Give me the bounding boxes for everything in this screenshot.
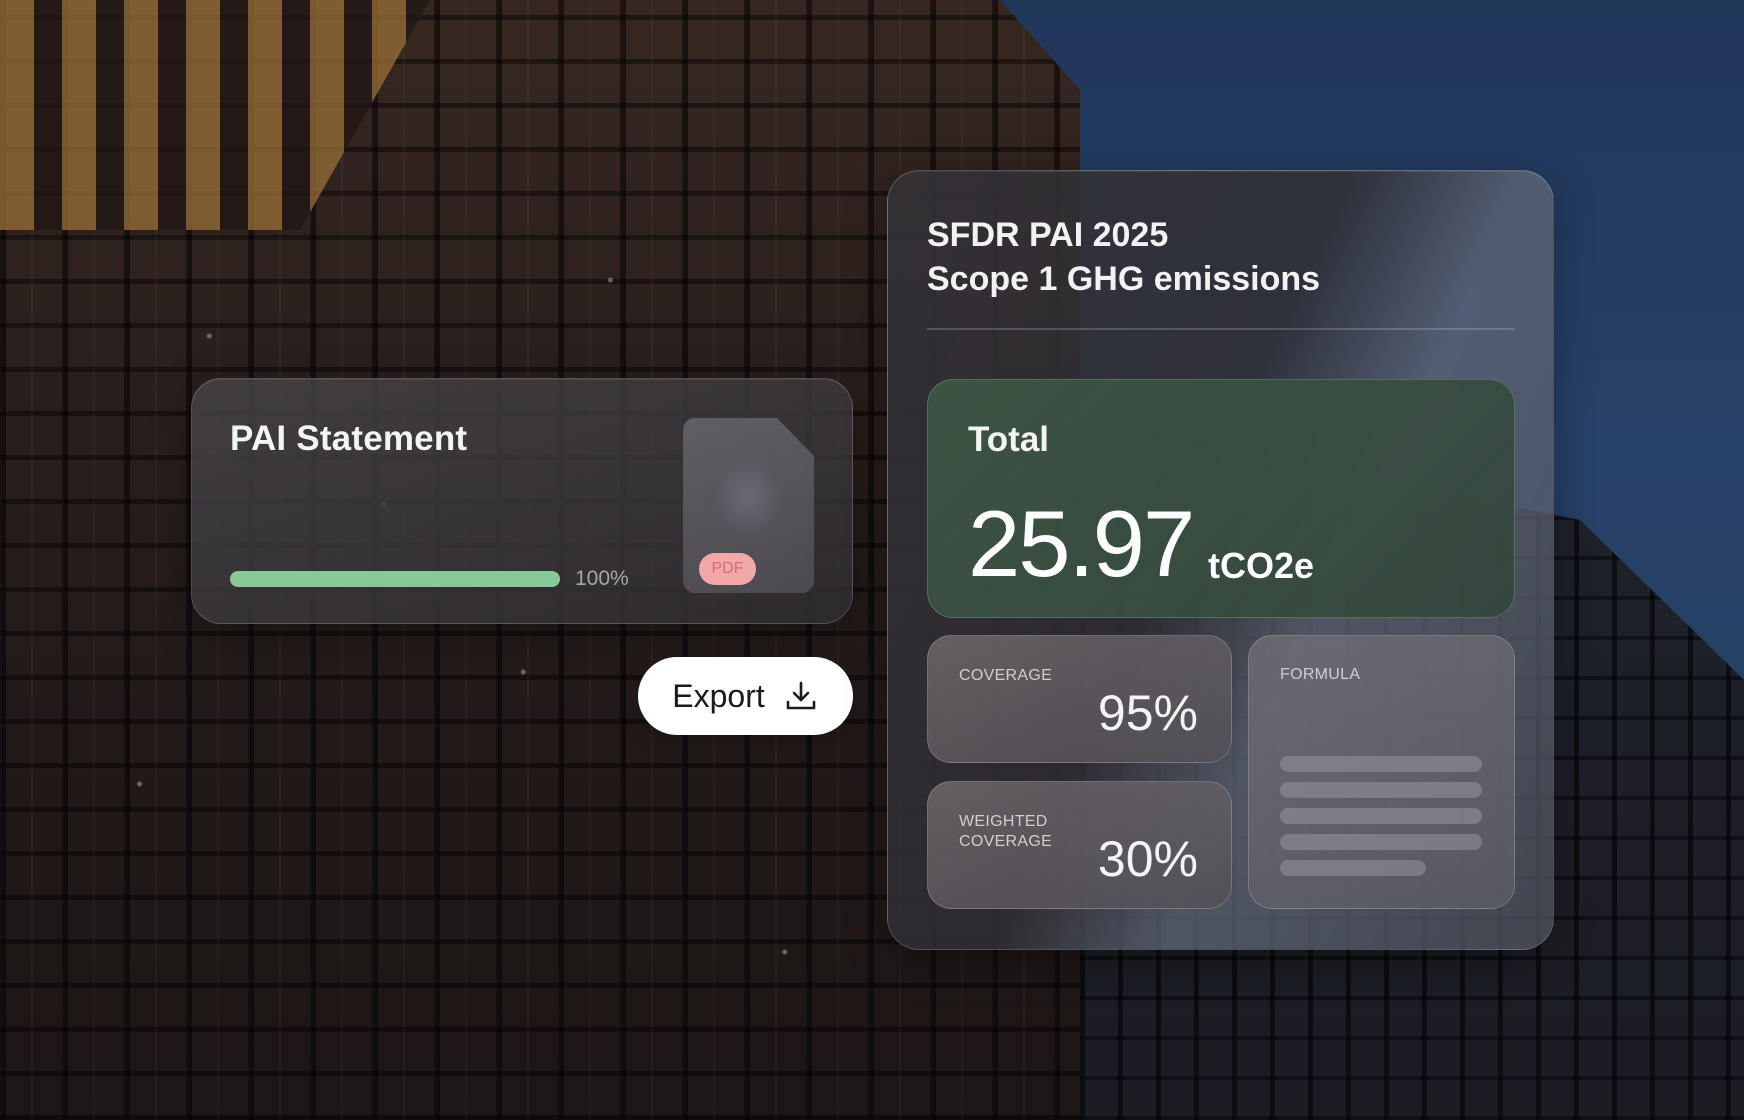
coverage-value: 95% bbox=[1097, 685, 1198, 741]
progress-fill bbox=[230, 571, 560, 587]
divider bbox=[927, 328, 1515, 330]
sfdr-pai-card: SFDR PAI 2025 Scope 1 GHG emissions Tota… bbox=[887, 170, 1554, 950]
coverage-label: COVERAGE bbox=[959, 667, 1053, 684]
formula-placeholder-line bbox=[1280, 782, 1482, 798]
pdf-badge: PDF bbox=[699, 553, 756, 585]
sfdr-title-line2: Scope 1 GHG emissions bbox=[927, 260, 1321, 298]
weighted-coverage-label: WEIGHTED COVERAGE bbox=[959, 813, 1053, 850]
weighted-coverage-value: 30% bbox=[1097, 831, 1198, 887]
progress-bar bbox=[230, 571, 560, 587]
sfdr-title-line1: SFDR PAI 2025 bbox=[927, 216, 1169, 254]
export-button[interactable]: Export bbox=[638, 657, 853, 735]
total-unit: tCO2e bbox=[1208, 545, 1315, 586]
formula-card[interactable]: FORMULA bbox=[1248, 635, 1515, 909]
formula-placeholder-line bbox=[1280, 860, 1426, 876]
pai-statement-card[interactable]: PAI Statement 100% PDF bbox=[191, 378, 853, 624]
pai-statement-title: PAI Statement bbox=[230, 419, 468, 458]
formula-placeholder-line bbox=[1280, 808, 1482, 824]
total-emissions-card[interactable]: Total 25.97 tCO2e bbox=[927, 379, 1515, 618]
formula-placeholder-line bbox=[1280, 756, 1482, 772]
formula-label: FORMULA bbox=[1280, 666, 1361, 683]
file-preview bbox=[713, 458, 783, 538]
progress-label: 100% bbox=[575, 567, 629, 590]
total-value: 25.97 bbox=[968, 491, 1195, 596]
export-label: Export bbox=[672, 677, 765, 714]
total-label: Total bbox=[968, 420, 1050, 459]
coverage-card[interactable]: COVERAGE 95% bbox=[927, 635, 1232, 763]
download-icon bbox=[786, 681, 816, 710]
sfdr-card-title: SFDR PAI 2025 Scope 1 GHG emissions bbox=[927, 213, 1320, 301]
weighted-coverage-card[interactable]: WEIGHTED COVERAGE 30% bbox=[927, 781, 1232, 909]
formula-placeholder-line bbox=[1280, 834, 1482, 850]
